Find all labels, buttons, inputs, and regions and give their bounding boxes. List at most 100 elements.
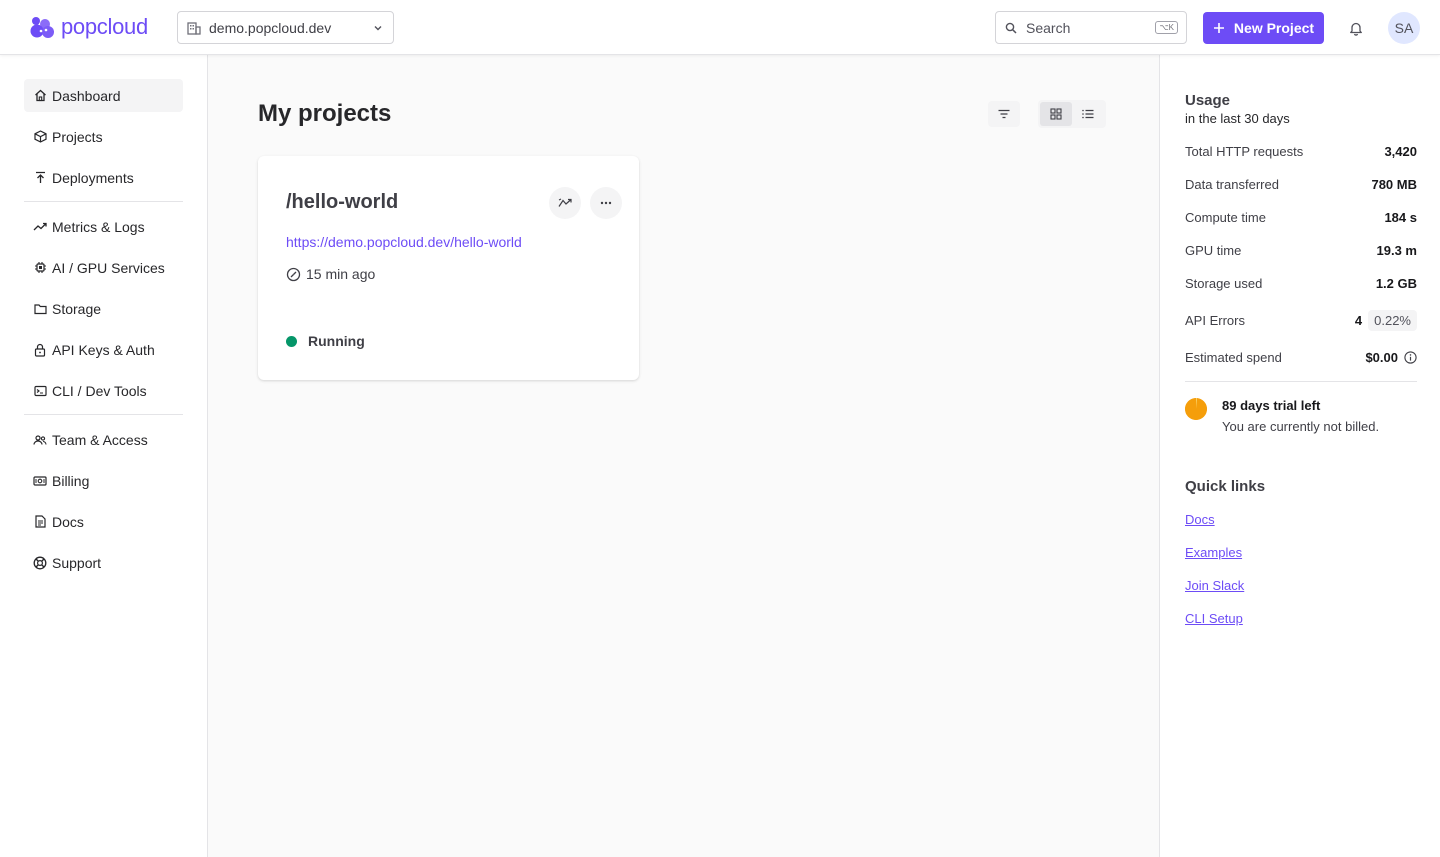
sidebar-item-api-keys[interactable]: API Keys & Auth	[24, 333, 183, 366]
stat-row: GPU time 19.3 m	[1185, 240, 1417, 260]
filter-button[interactable]	[988, 101, 1020, 127]
new-project-button[interactable]: New Project	[1203, 12, 1324, 44]
sidebar-item-label: Docs	[52, 513, 84, 530]
quick-links-title: Quick links	[1185, 478, 1266, 495]
list-view-button[interactable]	[1072, 102, 1104, 126]
trial-title: 89 days trial left	[1222, 398, 1321, 413]
popcloud-logo[interactable]: popcloud	[29, 14, 148, 40]
grid-view-button[interactable]	[1040, 102, 1072, 126]
lock-icon	[33, 343, 47, 357]
sidebar-item-cli[interactable]: CLI / Dev Tools	[24, 374, 183, 407]
stat-row: Total HTTP requests 3,420	[1185, 141, 1417, 161]
site-selector-value: demo.popcloud.dev	[209, 19, 332, 36]
project-updated: 15 min ago	[286, 266, 375, 282]
usage-title: Usage	[1185, 92, 1231, 109]
stat-row: Estimated spend $0.00	[1185, 347, 1417, 367]
sidebar-item-projects[interactable]: Projects	[24, 120, 183, 153]
stat-value: 184 s	[1384, 209, 1417, 225]
project-metrics-button[interactable]	[549, 187, 581, 219]
sidebar-item-label: Storage	[52, 300, 102, 317]
project-updated-text: 15 min ago	[306, 266, 376, 282]
cloud-logo-icon	[30, 17, 54, 38]
stat-row: Storage used 1.2 GB	[1185, 273, 1417, 293]
notifications-button[interactable]	[1340, 12, 1372, 44]
usage-panel: Usage in the last 30 days Total HTTP req…	[1159, 55, 1440, 857]
stat-value: $0.00	[1365, 349, 1398, 365]
sidebar-item-dashboard[interactable]: Dashboard	[24, 79, 183, 112]
estimated-spend-value: $0.00	[1365, 350, 1417, 365]
project-more-button[interactable]	[590, 187, 622, 219]
stat-value: 19.3 m	[1376, 242, 1417, 258]
stat-label: Storage used	[1185, 275, 1263, 291]
status-badge: Running	[286, 333, 365, 349]
project-url-link[interactable]: https://demo.popcloud.dev/hello-world	[286, 234, 522, 250]
quick-link-cli-setup[interactable]: CLI Setup	[1185, 611, 1243, 626]
quick-link-examples[interactable]: Examples	[1185, 545, 1242, 560]
stat-value: 780 MB	[1371, 176, 1417, 192]
sidebar-item-support[interactable]: Support	[24, 546, 183, 579]
trial-subtitle: You are currently not billed.	[1222, 419, 1380, 434]
chart-line-icon	[33, 220, 47, 234]
sidebar-item-docs[interactable]: Docs	[24, 505, 183, 538]
trial-status: 89 days trial left You are currently not…	[1185, 398, 1379, 434]
stat-value: 4	[1354, 312, 1363, 328]
sidebar-item-label: Dashboard	[52, 87, 121, 104]
plus-icon	[1213, 23, 1224, 33]
chevron-down-icon	[374, 25, 382, 30]
sidebar-item-label: Deployments	[52, 169, 134, 186]
bell-icon	[1350, 22, 1362, 36]
quick-link-docs[interactable]: Docs	[1185, 512, 1215, 527]
stat-row: API Errors 4 0.22%	[1185, 309, 1417, 331]
home-icon	[33, 89, 47, 103]
clock-icon	[286, 267, 301, 281]
sidebar: Dashboard Projects Deployments Metrics &…	[0, 55, 208, 857]
quick-link-join-slack[interactable]: Join Slack	[1185, 578, 1244, 593]
sidebar-item-ai-gpu[interactable]: AI / GPU Services	[24, 251, 183, 284]
site-selector[interactable]: demo.popcloud.dev	[177, 11, 394, 44]
sidebar-item-label: Support	[52, 554, 102, 571]
search-icon	[1005, 22, 1017, 34]
sidebar-item-deployments[interactable]: Deployments	[24, 161, 183, 194]
sidebar-item-billing[interactable]: Billing	[24, 464, 183, 497]
stat-label: GPU time	[1185, 242, 1242, 258]
users-icon	[33, 433, 47, 447]
search-shortcut: ⌥K	[1155, 21, 1178, 34]
search-placeholder: Search	[1026, 19, 1071, 36]
sidebar-item-metrics-logs[interactable]: Metrics & Logs	[24, 210, 183, 243]
money-icon	[33, 474, 47, 488]
stat-label: Compute time	[1185, 209, 1266, 225]
sidebar-item-team[interactable]: Team & Access	[24, 423, 183, 456]
view-toggle	[1038, 100, 1106, 128]
usage-divider	[1185, 381, 1417, 382]
new-project-label: New Project	[1233, 20, 1315, 36]
brand-name: popcloud	[61, 14, 148, 39]
cube-icon	[33, 130, 47, 144]
sidebar-item-label: Team & Access	[52, 431, 148, 448]
filter-icon	[998, 109, 1010, 119]
grid-icon	[1050, 108, 1062, 120]
terminal-icon	[33, 384, 47, 398]
stat-label: API Errors	[1185, 312, 1245, 328]
search-input[interactable]: Search ⌥K	[995, 11, 1187, 44]
sidebar-item-label: AI / GPU Services	[52, 259, 165, 276]
info-icon[interactable]	[1404, 350, 1417, 364]
status-text: Running	[308, 333, 365, 349]
stat-value: 1.2 GB	[1375, 275, 1417, 291]
avatar[interactable]: SA	[1388, 12, 1420, 44]
stat-row: Data transferred 780 MB	[1185, 174, 1417, 194]
stat-value: 3,420	[1384, 143, 1417, 159]
project-card[interactable]: /hello-world https://demo.popcloud.dev/h…	[258, 156, 639, 380]
trend-icon	[558, 198, 572, 207]
lifebuoy-icon	[33, 556, 47, 570]
project-name: /hello-world	[286, 191, 399, 213]
status-dot	[286, 335, 297, 347]
main-content: My projects /hello-world https://demo.po…	[208, 55, 1159, 857]
nav-divider	[24, 414, 183, 415]
sidebar-item-storage[interactable]: Storage	[24, 292, 183, 325]
stat-row: Compute time 184 s	[1185, 207, 1417, 227]
sidebar-item-label: Projects	[52, 128, 103, 145]
trial-progress-pie-icon	[1185, 398, 1207, 420]
sidebar-item-label: Billing	[52, 472, 90, 489]
more-horizontal-icon	[600, 201, 612, 205]
document-icon	[33, 515, 47, 529]
